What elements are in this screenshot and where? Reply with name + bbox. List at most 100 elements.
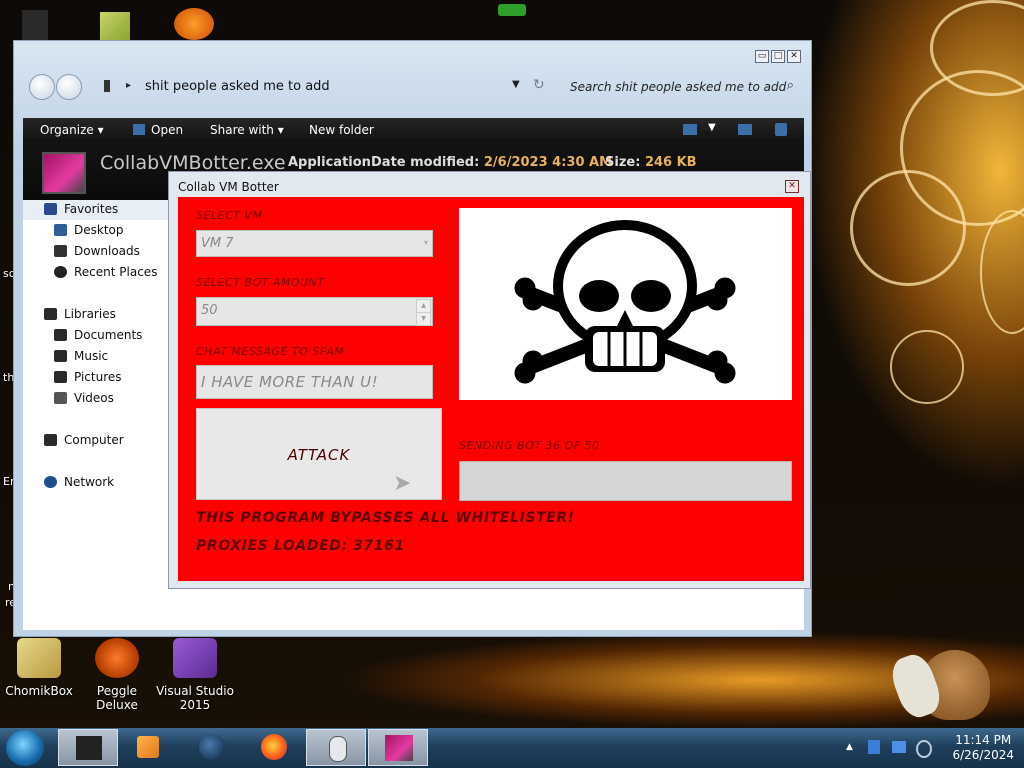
- navigation-pane: Favorites Desktop Downloads Recent Place…: [23, 200, 169, 630]
- nav-label: Videos: [74, 391, 114, 405]
- nav-label: Documents: [74, 328, 143, 342]
- pictures-icon: [54, 371, 67, 383]
- stepper-up-icon[interactable]: ▲: [416, 299, 431, 313]
- nav-label: Downloads: [74, 244, 140, 258]
- desktop-icon: [54, 224, 67, 236]
- desktop-icon-label: Peggle Deluxe: [96, 684, 138, 712]
- volume-icon[interactable]: [916, 740, 932, 758]
- chat-message-input[interactable]: I HAVE MORE THAN U!: [196, 365, 433, 399]
- desktop-icon-partial[interactable]: [100, 12, 130, 40]
- bot-amount-stepper[interactable]: 50 ▲ ▼: [196, 297, 433, 326]
- nav-label: Favorites: [64, 202, 119, 216]
- share-with-label: Share with: [210, 123, 274, 137]
- star-icon: [44, 203, 57, 215]
- breadcrumb-arrow-icon[interactable]: ▸: [126, 80, 131, 91]
- explorer-window-controls: ▭ □ ✕: [755, 50, 801, 63]
- nav-label: Computer: [64, 433, 124, 447]
- taskbar-explorer[interactable]: [58, 729, 118, 766]
- organize-button[interactable]: Organize ▾: [40, 123, 104, 137]
- file-thumbnail: [42, 152, 86, 194]
- music-icon: [54, 350, 67, 362]
- app-tray-icon[interactable]: [868, 740, 880, 754]
- file-size: Size: 246 KB: [605, 155, 697, 170]
- taskbar-clock[interactable]: 11:14 PM 6/26/2024: [952, 733, 1014, 763]
- share-with-button[interactable]: Share with ▾: [210, 123, 284, 137]
- taskbar-media-player[interactable]: [119, 729, 179, 766]
- clock-date: 6/26/2024: [952, 748, 1014, 762]
- nav-label: Music: [74, 349, 109, 363]
- stepper-down-icon[interactable]: ▼: [416, 312, 431, 326]
- desktop-icon-label: Visual Studio 2015: [156, 684, 234, 712]
- open-icon: [133, 124, 145, 135]
- select-vm-dropdown[interactable]: VM 7 ▾: [196, 230, 433, 257]
- start-button[interactable]: [6, 730, 44, 766]
- new-folder-label: New folder: [309, 123, 374, 137]
- mouse-icon: [329, 736, 347, 762]
- globe-icon: [199, 734, 225, 760]
- taskbar-globe[interactable]: [182, 729, 242, 766]
- search-placeholder: Search shit people asked me to add: [570, 80, 787, 94]
- search-icon[interactable]: ⌕: [787, 78, 794, 93]
- chomikbox-icon: [17, 638, 61, 678]
- proxies-loaded: PROXIES LOADED: 37161: [196, 538, 405, 554]
- refresh-icon[interactable]: ↻: [533, 77, 545, 93]
- nav-label: Network: [64, 475, 115, 489]
- libraries-icon: [44, 308, 57, 320]
- botter-app-icon: [385, 735, 413, 761]
- taskbar-botter[interactable]: [368, 729, 428, 766]
- botter-window[interactable]: Collab VM Botter ✕ SELECT VM VM 7 ▾ SELE…: [168, 171, 811, 589]
- organize-label: Organize: [40, 123, 94, 137]
- minimize-button[interactable]: ▭: [755, 50, 769, 63]
- desktop-icon-visual-studio[interactable]: Visual Studio 2015: [156, 638, 234, 712]
- address-bar[interactable]: ▸ shit people asked me to add ▼ ↻: [100, 76, 570, 98]
- help-icon[interactable]: [775, 123, 787, 136]
- peggle-icon: [95, 638, 139, 678]
- taskbar: ▲ 11:14 PM 6/26/2024: [0, 728, 1024, 768]
- attack-button[interactable]: ATTACK ➤: [196, 408, 442, 500]
- size-label: Size:: [605, 155, 641, 170]
- videos-icon: [54, 392, 67, 404]
- taskbar-mouse-app[interactable]: [306, 729, 366, 766]
- address-path: shit people asked me to add: [145, 79, 330, 94]
- show-hidden-icons-icon[interactable]: ▲: [846, 742, 853, 752]
- attack-label: ATTACK: [287, 446, 351, 464]
- close-button[interactable]: ✕: [787, 50, 801, 63]
- forward-button[interactable]: [56, 74, 82, 100]
- search-input[interactable]: Search shit people asked me to add ⌕: [564, 76, 800, 98]
- wallpaper-swirl: [890, 330, 964, 404]
- size-value: 246 KB: [644, 155, 697, 170]
- address-dropdown-icon[interactable]: ▼: [512, 79, 520, 90]
- desktop-icon-partial[interactable]: [174, 8, 214, 40]
- maximize-button[interactable]: □: [771, 50, 785, 63]
- select-vm-value: VM 7: [201, 236, 234, 251]
- view-dropdown-icon[interactable]: ▼: [708, 122, 716, 133]
- wallpaper-green-mark: [498, 4, 526, 16]
- recent-places-icon: [54, 266, 67, 278]
- chevron-down-icon: ▾: [423, 238, 428, 247]
- network-tray-icon[interactable]: [892, 741, 906, 753]
- nav-label: Libraries: [64, 307, 116, 321]
- documents-icon: [54, 329, 67, 341]
- skull-image: [459, 208, 792, 400]
- chat-message-value: I HAVE MORE THAN U!: [201, 373, 379, 391]
- botter-panel: SELECT VM VM 7 ▾ SELECT BOT AMOUNT 50 ▲ …: [178, 197, 804, 581]
- progress-bar: [459, 461, 792, 501]
- new-folder-button[interactable]: New folder: [309, 123, 374, 137]
- desktop-icon-partial[interactable]: [22, 10, 48, 40]
- select-vm-label: SELECT VM: [196, 209, 263, 222]
- network-icon: [44, 476, 57, 488]
- change-view-icon[interactable]: [683, 124, 697, 135]
- preview-pane-icon[interactable]: [738, 124, 752, 135]
- botter-close-button[interactable]: ✕: [785, 180, 799, 193]
- taskbar-firefox[interactable]: [244, 729, 304, 766]
- desktop-icon-chomikbox[interactable]: ChomikBox: [0, 638, 78, 698]
- desktop-icon-label: ChomikBox: [5, 684, 73, 698]
- desktop-icon-peggle[interactable]: Peggle Deluxe: [78, 638, 156, 712]
- open-label: Open: [151, 123, 184, 137]
- open-button[interactable]: Open: [133, 123, 183, 137]
- chat-message-label: CHAT MESSAGE TO SPAM: [196, 345, 345, 358]
- visual-studio-icon: [173, 638, 217, 678]
- clock-time: 11:14 PM: [955, 733, 1012, 747]
- back-button[interactable]: [29, 74, 55, 100]
- date-modified-label: Date modified:: [371, 155, 480, 170]
